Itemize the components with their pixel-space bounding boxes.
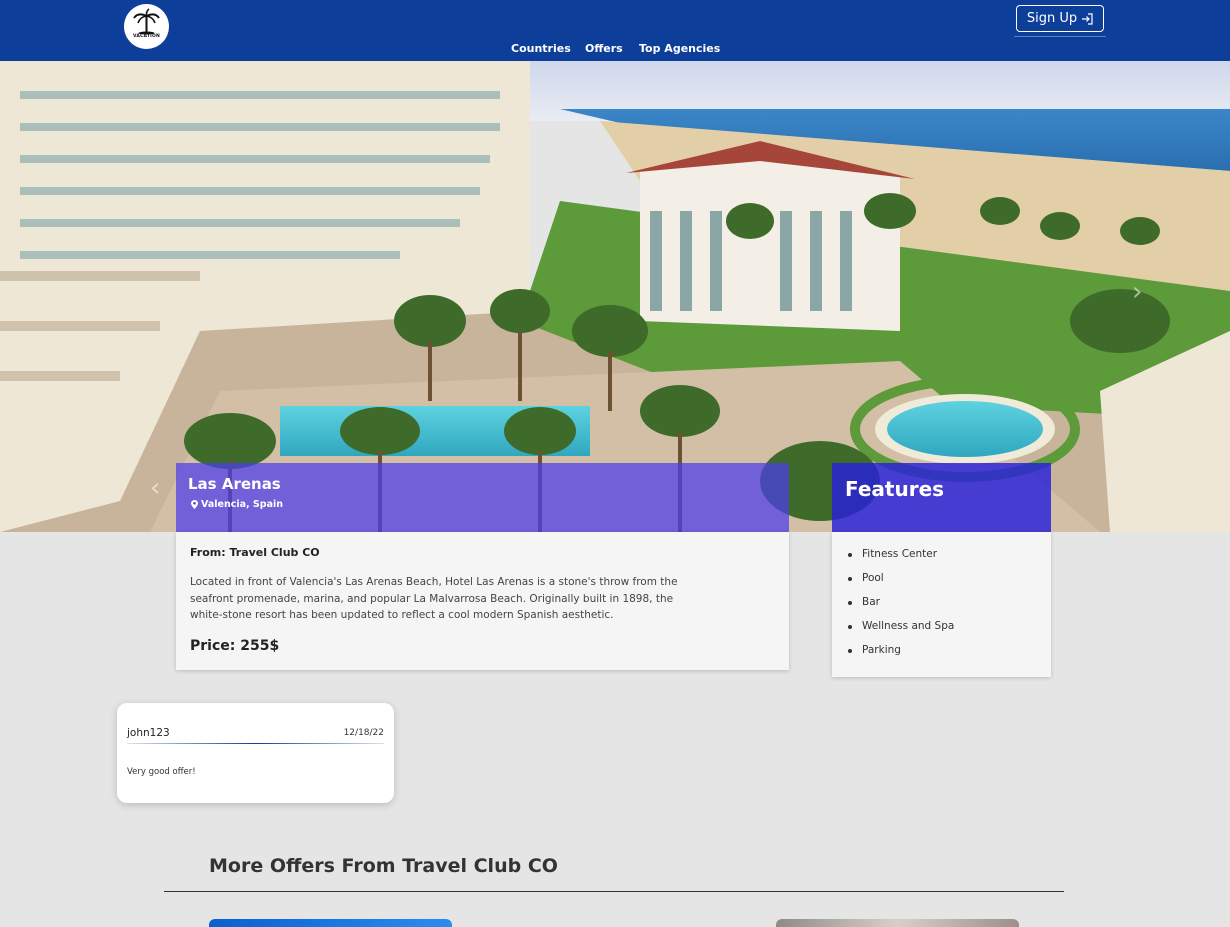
review-username: john123 <box>127 727 170 739</box>
nav-link-top-agencies[interactable]: Top Agencies <box>639 42 720 55</box>
signup-underline <box>1014 36 1106 37</box>
review-text: Very good offer! <box>127 767 196 777</box>
features-title: Features <box>845 477 945 501</box>
signup-button[interactable]: Sign Up <box>1016 5 1104 32</box>
map-pin-icon <box>191 500 198 509</box>
feature-item: Fitness Center <box>847 548 954 572</box>
features-header: Features <box>832 463 1051 532</box>
offer-location-text: Valencia, Spain <box>201 499 283 510</box>
review-card: john123 12/18/22 Very good offer! <box>117 703 394 803</box>
offer-details-card: From: Travel Club CO Located in front of… <box>176 532 789 670</box>
sign-in-icon <box>1082 12 1093 25</box>
feature-item: Wellness and Spa <box>847 620 954 644</box>
feature-item: Bar <box>847 596 954 620</box>
logo-text: VACATION <box>132 34 161 39</box>
nav-links: Countries Offers Top Agencies <box>0 42 1230 58</box>
more-offers-title: More Offers From Travel Club CO <box>209 855 558 877</box>
nav-link-offers[interactable]: Offers <box>585 42 623 55</box>
hotel-photo <box>0 61 1230 532</box>
offer-title: Las Arenas <box>188 475 281 493</box>
offer-location: Valencia, Spain <box>191 499 283 510</box>
offer-title-overlay: Las Arenas Valencia, Spain <box>176 463 789 532</box>
more-offer-card[interactable] <box>776 919 1019 927</box>
offer-price: Price: 255$ <box>190 638 280 654</box>
more-offer-card[interactable] <box>209 919 452 927</box>
review-date: 12/18/22 <box>343 728 384 738</box>
feature-item: Parking <box>847 644 954 668</box>
carousel-next-arrow[interactable]: › <box>1132 277 1142 307</box>
nav-link-countries[interactable]: Countries <box>511 42 571 55</box>
more-offers-divider <box>164 891 1064 892</box>
signup-label: Sign Up <box>1026 11 1078 26</box>
feature-item: Pool <box>847 572 954 596</box>
offer-description: Located in front of Valencia's Las Arena… <box>190 576 678 621</box>
hero-carousel[interactable]: ‹ › Las Arenas Valencia, Spain Features <box>0 61 1230 532</box>
features-card: Fitness Center Pool Bar Wellness and Spa… <box>832 532 1051 677</box>
agency-label: From: Travel Club CO <box>190 546 320 559</box>
navbar: VACATION Countries Offers Top Agencies S… <box>0 0 1230 61</box>
carousel-prev-arrow[interactable]: ‹ <box>150 473 160 503</box>
features-list: Fitness Center Pool Bar Wellness and Spa… <box>847 548 954 668</box>
review-divider <box>127 743 384 744</box>
